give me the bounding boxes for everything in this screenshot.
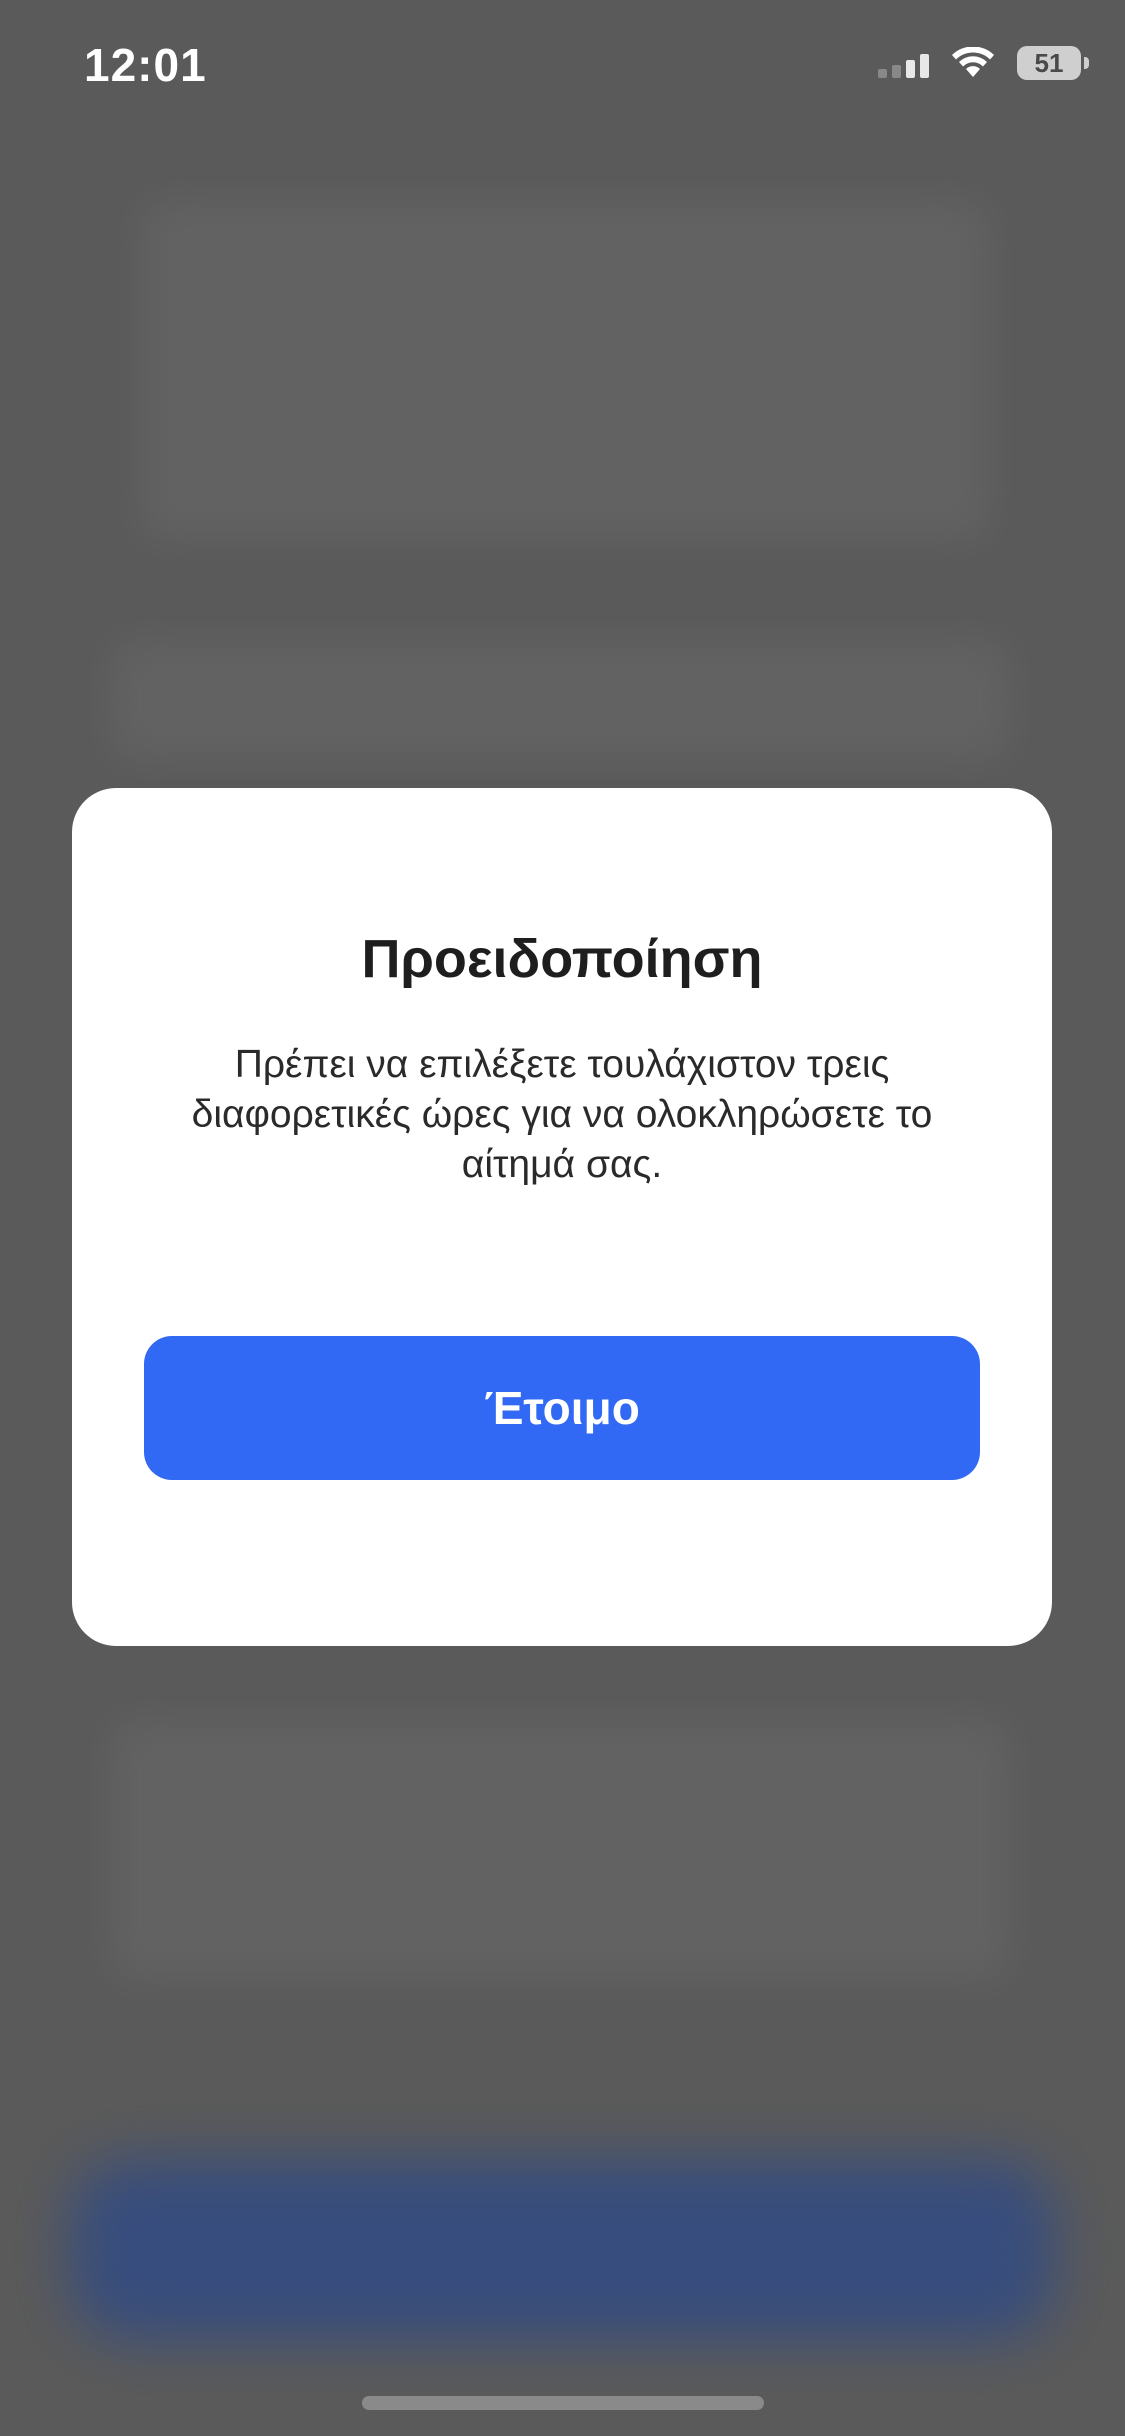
home-indicator[interactable]: [362, 2396, 764, 2410]
background-card: [110, 1720, 1010, 1980]
battery-level: 51: [1034, 48, 1064, 78]
alert-message: Πρέπει να επιλέξετε τουλάχιστον τρεις δι…: [191, 1043, 933, 1186]
blurred-bottom-action-bar: [70, 2160, 1055, 2340]
alert-dialog: Προειδοποίηση Πρέπει να επιλέξετε τουλάχ…: [72, 788, 1052, 1646]
wifi-icon: [951, 47, 995, 79]
status-time: 12:01: [84, 39, 207, 91]
background-card: [110, 640, 1010, 760]
alert-title: Προειδοποίηση: [361, 929, 763, 989]
background-card: [140, 200, 990, 540]
status-bar: 12:01 51: [0, 0, 1125, 140]
cellular-signal-icon: [878, 48, 929, 78]
status-indicators: 51: [878, 46, 1089, 80]
battery-icon: 51: [1017, 46, 1089, 80]
done-button[interactable]: Έτοιμο: [144, 1336, 980, 1480]
